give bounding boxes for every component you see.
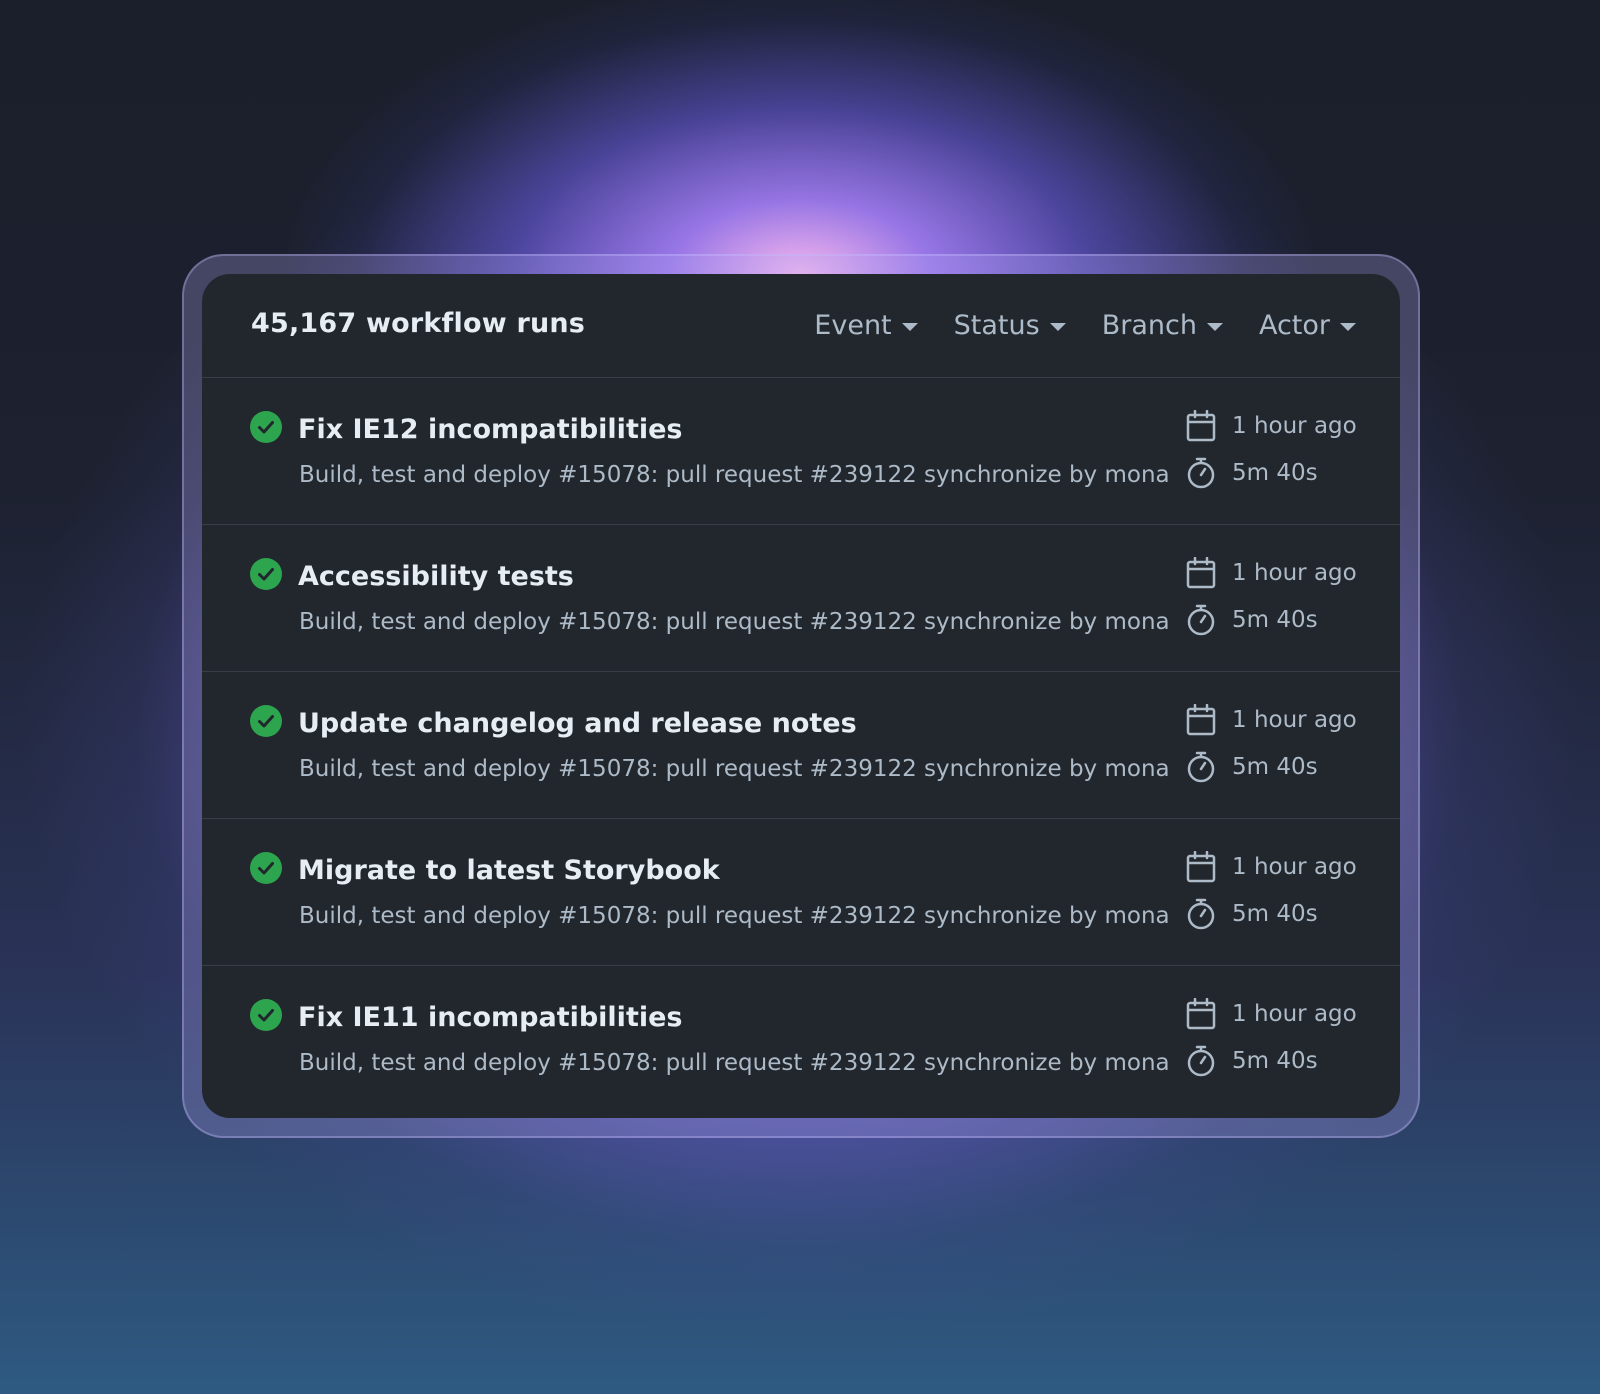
stopwatch-icon xyxy=(1187,751,1215,783)
workflow-run-row[interactable]: Accessibility tests Build, test and depl… xyxy=(202,525,1400,672)
run-description: Build, test and deploy #15078: pull requ… xyxy=(299,609,1170,635)
run-title-link[interactable]: Accessibility tests xyxy=(298,561,574,592)
workflow-run-row[interactable]: Update changelog and release notes Build… xyxy=(202,672,1400,819)
run-duration: 5m 40s xyxy=(1186,898,1386,930)
check-circle-icon xyxy=(250,558,282,590)
actor-filter-label: Actor xyxy=(1258,310,1330,341)
triangle-down-icon xyxy=(1049,323,1066,331)
workflow-run-row[interactable]: Migrate to latest Storybook Build, test … xyxy=(202,819,1400,966)
stopwatch-icon xyxy=(1187,898,1215,930)
triangle-down-icon xyxy=(1206,323,1223,331)
stopwatch-icon xyxy=(1187,604,1215,636)
triangle-down-icon xyxy=(901,323,918,331)
workflow-runs-panel: 45,167 workflow runs Event Status Branch… xyxy=(202,274,1400,1118)
status-filter-label: Status xyxy=(953,310,1040,341)
event-filter-label: Event xyxy=(814,310,892,341)
run-duration-text: 5m 40s xyxy=(1232,607,1318,633)
triangle-down-icon xyxy=(1340,323,1356,331)
calendar-icon xyxy=(1186,851,1216,883)
event-filter-dropdown[interactable]: Event xyxy=(814,310,918,341)
run-duration: 5m 40s xyxy=(1186,1045,1386,1077)
branch-filter-dropdown[interactable]: Branch xyxy=(1102,310,1223,341)
run-title-link[interactable]: Migrate to latest Storybook xyxy=(298,855,720,886)
stopwatch-icon xyxy=(1187,457,1215,489)
run-time-text: 1 hour ago xyxy=(1232,854,1357,880)
workflow-run-count: 45,167 workflow runs xyxy=(251,308,586,339)
run-title-link[interactable]: Fix IE12 incompatibilities xyxy=(298,414,683,445)
run-time-text: 1 hour ago xyxy=(1232,413,1357,439)
run-duration-text: 5m 40s xyxy=(1232,901,1318,927)
run-duration: 5m 40s xyxy=(1186,457,1386,489)
run-timestamp: 1 hour ago xyxy=(1186,851,1386,883)
run-duration-text: 5m 40s xyxy=(1232,1048,1318,1074)
workflow-run-row[interactable]: Fix IE11 incompatibilities Build, test a… xyxy=(202,966,1400,1113)
run-time-text: 1 hour ago xyxy=(1232,1001,1357,1027)
calendar-icon xyxy=(1186,704,1216,736)
run-title-link[interactable]: Fix IE11 incompatibilities xyxy=(298,1002,683,1033)
branch-filter-label: Branch xyxy=(1101,310,1197,341)
stopwatch-icon xyxy=(1187,1045,1215,1077)
run-timestamp: 1 hour ago xyxy=(1186,704,1386,736)
run-time-text: 1 hour ago xyxy=(1232,707,1357,733)
check-circle-icon xyxy=(250,852,282,884)
calendar-icon xyxy=(1186,557,1216,589)
check-circle-icon xyxy=(250,999,282,1031)
filter-bar: Event Status Branch Actor xyxy=(814,310,1356,341)
run-duration-text: 5m 40s xyxy=(1232,460,1318,486)
check-circle-icon xyxy=(250,411,282,443)
check-circle-icon xyxy=(250,705,282,737)
calendar-icon xyxy=(1186,410,1216,442)
run-title-link[interactable]: Update changelog and release notes xyxy=(298,708,857,739)
run-time-text: 1 hour ago xyxy=(1232,560,1357,586)
run-description: Build, test and deploy #15078: pull requ… xyxy=(299,756,1170,782)
actor-filter-dropdown[interactable]: Actor xyxy=(1259,310,1356,341)
workflow-runs-list: Fix IE12 incompatibilities Build, test a… xyxy=(202,378,1400,1113)
panel-header: 45,167 workflow runs Event Status Branch… xyxy=(202,274,1400,378)
calendar-icon xyxy=(1186,998,1216,1030)
run-description: Build, test and deploy #15078: pull requ… xyxy=(299,1050,1170,1076)
run-description: Build, test and deploy #15078: pull requ… xyxy=(299,903,1170,929)
run-duration: 5m 40s xyxy=(1186,751,1386,783)
run-timestamp: 1 hour ago xyxy=(1186,998,1386,1030)
run-duration-text: 5m 40s xyxy=(1232,754,1318,780)
run-duration: 5m 40s xyxy=(1186,604,1386,636)
status-filter-dropdown[interactable]: Status xyxy=(954,310,1066,341)
run-timestamp: 1 hour ago xyxy=(1186,557,1386,589)
run-timestamp: 1 hour ago xyxy=(1186,410,1386,442)
workflow-run-row[interactable]: Fix IE12 incompatibilities Build, test a… xyxy=(202,378,1400,525)
run-description: Build, test and deploy #15078: pull requ… xyxy=(299,462,1170,488)
